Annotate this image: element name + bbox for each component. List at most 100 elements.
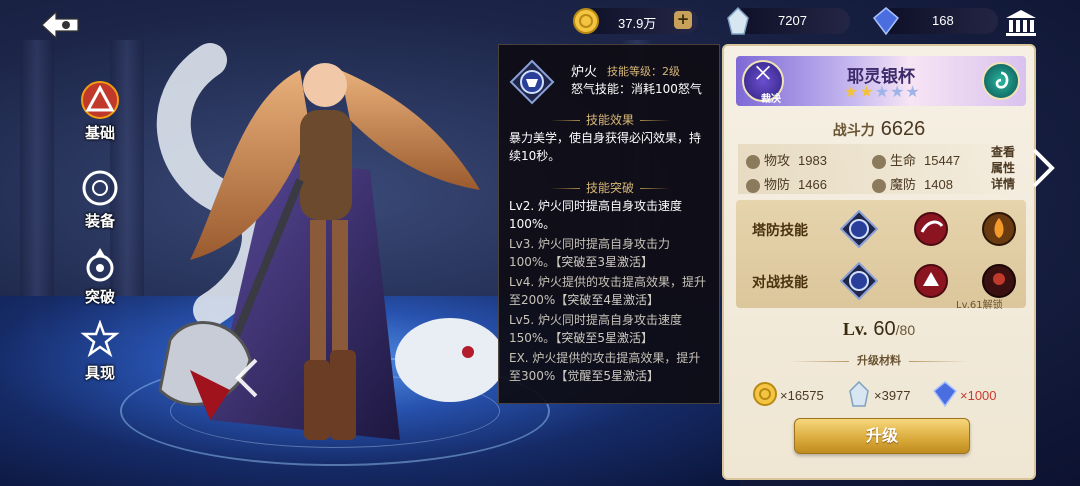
break-text: Lv2. 炉火同时提高自身攻击速度100%。 <box>509 199 683 231</box>
combat-power: 战斗力 6626 <box>724 118 1034 141</box>
break-item: EX. 炉火提供的攻击提高效果，提升至300%【觉醒至5星激活】 <box>509 349 711 385</box>
hp-icon <box>872 154 886 169</box>
material-gold: ×16575 <box>752 380 842 410</box>
level-max: /80 <box>895 322 916 338</box>
level-label: Lv. <box>842 319 868 339</box>
star-filled: ★ <box>844 82 860 101</box>
crystal-counter: 7207 <box>727 6 850 35</box>
gem-value: 168 <box>932 13 954 28</box>
break-item: Lv4. 炉火提供的攻击提高效果，提升至200%【突破至4星激活】 <box>509 273 711 309</box>
pillar <box>20 40 54 340</box>
beast-skill-icon[interactable] <box>912 262 950 300</box>
star-empty: ★ <box>890 82 906 101</box>
stat-phys-defense: 物防 1466 <box>746 174 827 193</box>
stat-magic-defense: 魔防 1408 <box>872 174 953 193</box>
upgrade-label: 升级 <box>865 426 898 445</box>
gem-counter: 168 <box>872 7 998 36</box>
stat-phys-attack: 物攻 1983 <box>746 150 827 169</box>
character-illustration <box>156 43 500 440</box>
break-item: Lv3. 炉火同时提高自身攻击力100%。【突破至3星激活】 <box>509 235 711 271</box>
locked-skill-icon[interactable] <box>980 262 1018 300</box>
break-condition: 【觉醒至5星激活】 <box>555 369 659 383</box>
nav-label-basic: 基础 <box>84 124 115 142</box>
stat-value: 1466 <box>798 177 827 192</box>
blue-gem-icon <box>932 381 958 408</box>
level-current: 60 <box>873 318 896 340</box>
furnace-skill-icon <box>509 59 555 105</box>
stat-label: 生命 <box>890 154 917 169</box>
chevron-right-icon[interactable] <box>1030 146 1056 190</box>
magic-defense-icon <box>872 178 886 193</box>
stat-label: 魔防 <box>890 178 917 193</box>
stat-value: 1983 <box>798 153 827 168</box>
star-empty: ★ <box>905 82 921 101</box>
equipment-icon <box>82 170 118 206</box>
furnace-skill-icon[interactable] <box>840 210 878 248</box>
power-label: 战斗力 <box>832 123 875 139</box>
crystal-value: 7207 <box>778 13 807 28</box>
weapon-panel: 裁决 耶灵银杯 ★★★★★ 战斗力 6626 物攻 1983 生命 15447 物防 1… <box>722 44 1036 480</box>
crystal-icon <box>727 6 749 35</box>
furnace-skill-icon[interactable] <box>840 262 878 300</box>
tower-skill-label: 塔防技能 <box>752 223 808 239</box>
star-filled: ★ <box>859 82 875 101</box>
view-details-button[interactable]: 查看属性详情 <box>988 144 1030 196</box>
gold-value: 37.9万 <box>618 16 657 31</box>
material-crystal: ×3977 <box>846 380 926 410</box>
triangle-emblem-icon <box>81 81 119 119</box>
material-amount: ×16575 <box>780 388 824 403</box>
swirl-element-icon[interactable] <box>982 62 1020 100</box>
gold-coin-icon <box>753 382 777 406</box>
nav-item-manifest[interactable]: 具现 <box>70 320 130 392</box>
manifest-icon <box>80 320 120 358</box>
battle-skill-label: 对战技能 <box>752 275 808 291</box>
material-amount: ×3977 <box>874 388 911 403</box>
chevron-left-icon[interactable] <box>232 356 262 400</box>
breakthrough-icon <box>86 248 114 282</box>
effect-text: 暴力美学，使自身获得必闪效果，持续10秒。 <box>509 131 702 163</box>
unlock-condition: Lv.61解锁 <box>956 300 1003 311</box>
nav-item-breakthrough[interactable]: 突破 <box>70 244 130 316</box>
skill-tooltip: 炉火 技能等级：2级 怒气技能：消耗100怒气 技能效果 暴力美学，使自身获得必… <box>498 44 720 404</box>
stats-block: 物攻 1983 生命 15447 物防 1466 魔防 1408 <box>738 144 1008 194</box>
skill-level: 技能等级：2级 <box>607 65 680 78</box>
level-display: Lv. 60/80 <box>724 318 1034 341</box>
break-item: Lv5. 炉火同时提高自身攻击速度150%。【突破至5星激活】 <box>509 311 711 347</box>
blade-skill-icon[interactable] <box>912 210 950 248</box>
back-arrow-icon[interactable] <box>38 8 82 42</box>
material-amount-insufficient: ×1000 <box>960 388 997 403</box>
bank-icon[interactable] <box>1004 8 1038 38</box>
stat-value: 15447 <box>924 153 961 168</box>
star-rating: ★★★★★ <box>844 82 921 101</box>
nav-item-basic[interactable]: 基础 <box>70 80 130 152</box>
flame-skill-icon[interactable] <box>980 210 1018 248</box>
materials-heading: 升级材料 <box>724 352 1034 368</box>
nav-label-manifest: 具现 <box>84 364 115 382</box>
skill-rage-cost: 怒气技能：消耗100怒气 <box>571 82 702 96</box>
stat-value: 1408 <box>924 177 953 192</box>
attack-icon <box>746 154 760 169</box>
gold-coin-icon <box>573 8 599 34</box>
stat-label: 物防 <box>764 178 791 193</box>
upgrade-button[interactable]: 升级 <box>794 418 970 454</box>
nav-item-equipment[interactable]: 装备 <box>70 168 130 240</box>
break-condition: 【突破至4星激活】 <box>555 293 659 307</box>
material-gem: ×1000 <box>932 380 1012 410</box>
break-condition: 【突破至3星激活】 <box>555 255 653 269</box>
effect-heading: 技能效果 <box>499 111 721 128</box>
gold-counter: 37.9万 + <box>573 8 698 34</box>
break-condition: 【突破至5星激活】 <box>555 331 653 345</box>
star-empty: ★ <box>874 82 891 101</box>
gold-add-button[interactable]: + <box>674 11 692 29</box>
weapon-header: 裁决 耶灵银杯 ★★★★★ <box>736 56 1026 106</box>
stat-hp: 生命 15447 <box>872 150 960 169</box>
badge-label: 裁决 <box>761 94 781 105</box>
skill-name: 炉火 <box>571 65 598 80</box>
break-heading: 技能突破 <box>499 179 721 196</box>
skills-block: 塔防技能 对战技能 Lv.61解锁 <box>736 200 1026 311</box>
view-details-label: 查看属性详情 <box>990 145 1015 191</box>
currency-bar: 37.9万 + 7207 168 <box>470 4 1080 36</box>
nav-label-breakthrough: 突破 <box>84 288 115 306</box>
blue-gem-icon <box>872 7 900 36</box>
stat-label: 物攻 <box>764 154 791 169</box>
